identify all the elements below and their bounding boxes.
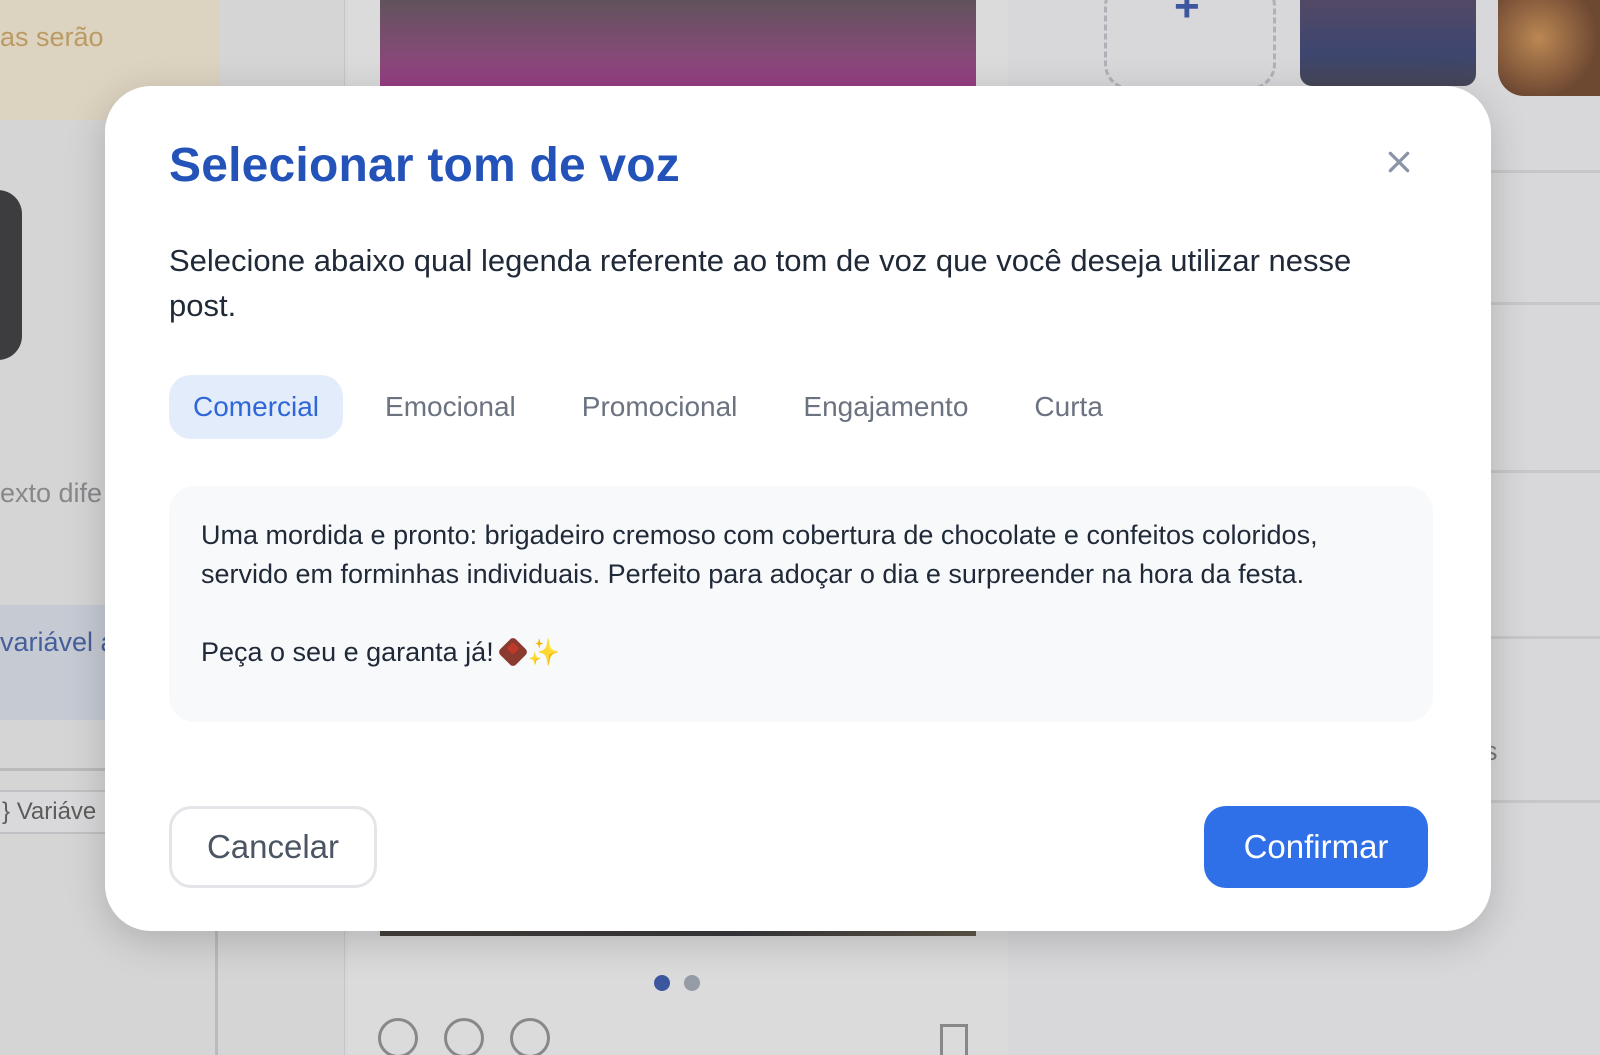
modal-title: Selecionar tom de voz — [169, 139, 681, 192]
sparkles-emoji-icon: ✨ — [527, 637, 561, 667]
caption-paragraph: Peça o seu e garanta já! ✨ — [201, 633, 1401, 672]
chocolate-bar-emoji-icon — [497, 636, 529, 668]
caption-preview: Uma mordida e pronto: brigadeiro cremoso… — [169, 486, 1433, 722]
tab-curta[interactable]: Curta — [1010, 375, 1126, 439]
close-button[interactable] — [1379, 142, 1419, 182]
tab-comercial[interactable]: Comercial — [169, 375, 344, 439]
tone-tabs: Comercial Emocional Promocional Engajame… — [169, 375, 1127, 439]
caption-paragraph: Uma mordida e pronto: brigadeiro cremoso… — [201, 520, 1318, 589]
confirm-button[interactable]: Confirmar — [1204, 806, 1428, 888]
tab-promocional[interactable]: Promocional — [558, 375, 762, 439]
tone-of-voice-modal: Selecionar tom de voz Selecione abaixo q… — [105, 86, 1491, 931]
modal-description: Selecione abaixo qual legenda referente … — [169, 243, 1352, 323]
close-icon — [1388, 151, 1410, 173]
cancel-button[interactable]: Cancelar — [169, 806, 377, 888]
caption-cta: Peça o seu e garanta já! — [201, 637, 494, 667]
tab-engajamento[interactable]: Engajamento — [779, 375, 992, 439]
tab-emocional[interactable]: Emocional — [361, 375, 540, 439]
